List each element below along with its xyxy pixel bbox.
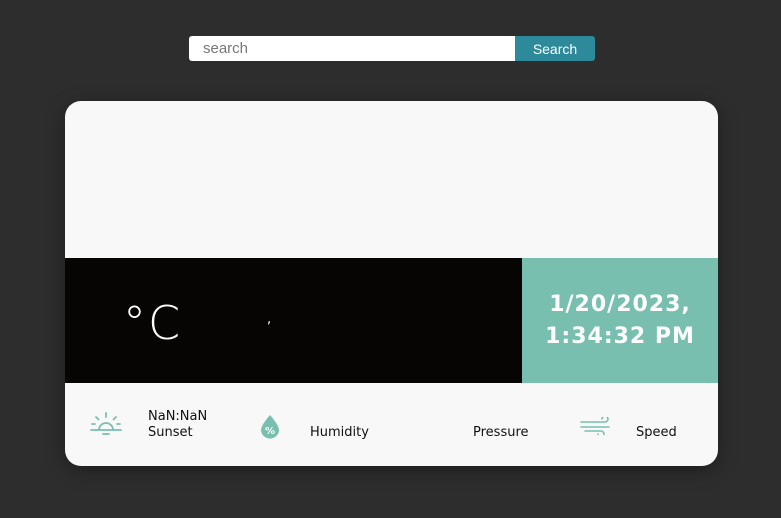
location-text: , bbox=[267, 312, 272, 327]
search-button[interactable]: Search bbox=[515, 36, 595, 61]
sunset-label: Sunset bbox=[148, 425, 193, 440]
pressure-label: Pressure bbox=[473, 425, 529, 440]
wind-icon bbox=[579, 415, 613, 438]
current-weather-panel: °C , bbox=[65, 258, 522, 383]
temperature-display: °C bbox=[123, 296, 183, 350]
search-input[interactable] bbox=[189, 36, 515, 61]
weather-card: °C , 1/20/2023, 1:34:32 PM NaN:NaN Sunse… bbox=[65, 101, 718, 466]
time-text: 1:34:32 PM bbox=[545, 323, 695, 349]
sunset-value: NaN:NaN bbox=[148, 409, 208, 424]
stats-row: NaN:NaN Sunset % Humidity Pressure Speed bbox=[65, 383, 718, 466]
datetime-panel: 1/20/2023, 1:34:32 PM bbox=[522, 258, 718, 383]
humidity-label: Humidity bbox=[310, 425, 369, 440]
weather-card-header bbox=[65, 101, 718, 258]
search-bar: Search bbox=[189, 36, 595, 61]
sunset-icon bbox=[89, 411, 123, 437]
svg-text:%: % bbox=[265, 426, 275, 437]
humidity-icon: % bbox=[259, 413, 281, 439]
speed-label: Speed bbox=[636, 425, 677, 440]
date-text: 1/20/2023, bbox=[549, 291, 691, 317]
